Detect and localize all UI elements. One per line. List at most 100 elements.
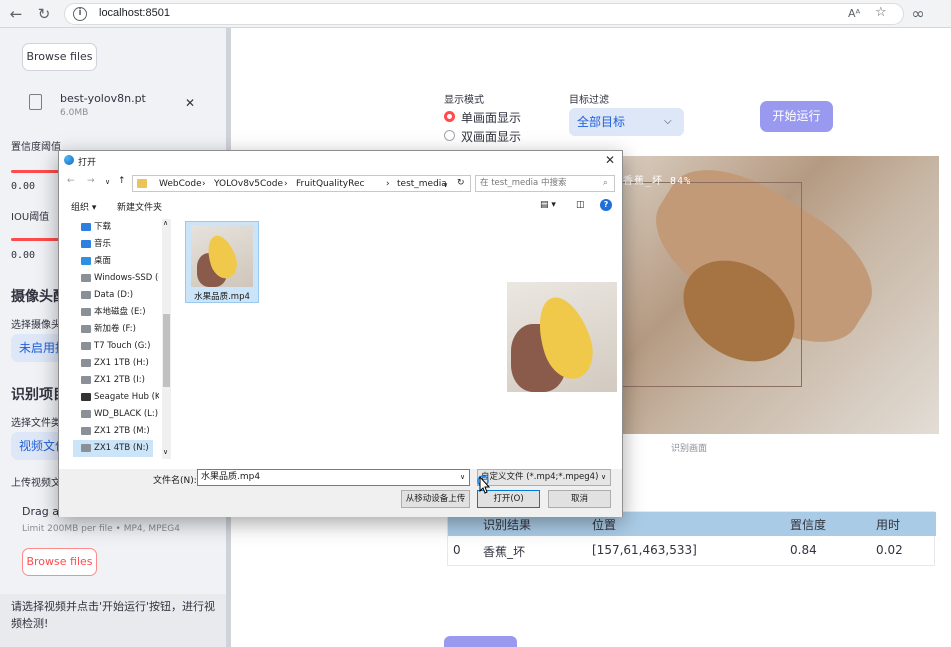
file-item[interactable]: 水果品质.mp4 — [185, 221, 259, 303]
crumb-testmedia[interactable]: test_media — [397, 179, 447, 189]
nav-item-i[interactable]: ZX1 2TB (I:) — [81, 372, 159, 389]
nav-item-desktop[interactable]: 桌面 — [81, 253, 159, 270]
target-filter-select[interactable]: 全部目标 ⌵ — [569, 108, 684, 136]
file-name-input[interactable]: 水果品质.mp4 ∨ — [197, 469, 470, 486]
cancel-button[interactable]: 取消 — [548, 490, 611, 508]
nav-item-label: ZX1 4TB (N:) — [94, 443, 149, 453]
browse-files-button-video[interactable]: Browse files — [22, 548, 97, 576]
read-aloud-icon[interactable]: Aᴬ — [848, 7, 860, 20]
scroll-up-icon[interactable]: ∧ — [163, 219, 168, 227]
nav-scrollbar[interactable]: ∧ ∨ — [162, 219, 171, 459]
nav-item-label: Windows-SSD (C — [94, 273, 159, 283]
radio-dual[interactable] — [444, 130, 455, 141]
drive-icon — [81, 443, 91, 452]
search-input[interactable]: 在 test_media 中搜索 ⌕ — [475, 175, 615, 192]
dialog-title: 打开 — [78, 158, 97, 168]
nav-forward-icon[interactable]: → — [87, 176, 95, 186]
file-type-dropdown-icon[interactable]: ∨ — [601, 470, 606, 485]
upload-from-mobile-button[interactable]: 从移动设备上传 — [401, 490, 470, 508]
file-name: 水果品质.mp4 — [194, 292, 250, 302]
nav-item-k[interactable]: Seagate Hub (K: — [81, 389, 159, 406]
desktop-icon — [81, 256, 91, 265]
new-folder-button[interactable]: 新建文件夹 — [117, 200, 162, 213]
drive-icon — [81, 409, 91, 418]
nav-item-h[interactable]: ZX1 1TB (H:) — [81, 355, 159, 372]
video-thumbnail — [191, 225, 253, 287]
th-confidence: 置信度 — [790, 518, 827, 532]
radio-single[interactable] — [444, 111, 455, 122]
td-confidence: 0.84 — [790, 543, 817, 557]
preview-pane — [507, 282, 617, 392]
scroll-down-icon[interactable]: ∨ — [163, 448, 168, 456]
nav-item-label: ZX1 1TB (H:) — [94, 358, 149, 368]
address-bar[interactable]: i localhost:8501 Aᴬ ☆ — [64, 3, 904, 25]
nav-item-f[interactable]: 新加卷 (F:) — [81, 321, 159, 338]
nav-item-e[interactable]: 本地磁盘 (E:) — [81, 304, 159, 321]
path-breadcrumb[interactable]: WebCode › YOLOv8v5Code › FruitQualityRec… — [132, 175, 471, 192]
nav-up-icon[interactable]: ↑ — [118, 176, 126, 186]
nav-scroll-thumb[interactable] — [163, 314, 170, 387]
display-mode-label: 显示模式 — [444, 95, 484, 106]
organize-button[interactable]: 组织 ▾ — [71, 200, 96, 213]
nav-item-n[interactable]: ZX1 4TB (N:) — [73, 440, 153, 457]
weights-file-size: 6.0MB — [60, 108, 89, 118]
file-name-dropdown-icon[interactable]: ∨ — [460, 470, 465, 485]
info-icon[interactable]: i — [73, 7, 87, 21]
back-arrow-icon[interactable]: ← — [6, 4, 26, 24]
nav-item-label: 新加卷 (F:) — [94, 324, 136, 334]
nav-item-downloads[interactable]: 下载 — [81, 219, 159, 236]
start-run-button[interactable]: 开始运行 — [760, 101, 833, 132]
conf-slider-fill — [11, 170, 59, 173]
url-text: localhost:8501 — [99, 7, 170, 19]
drive-icon — [81, 324, 91, 333]
folder-icon — [137, 179, 147, 188]
drive-icon — [81, 307, 91, 316]
extensions-icon[interactable]: ∞ — [908, 4, 928, 24]
nav-item-g[interactable]: T7 Touch (G:) — [81, 338, 159, 355]
drive-icon — [81, 273, 91, 282]
file-type-label: 选择文件类 — [11, 418, 61, 429]
file-name-label: 文件名(N): — [153, 476, 197, 486]
detection-label: 香蕉_坏 84% — [623, 176, 692, 187]
search-icon: ⌕ — [603, 178, 608, 188]
td-result: 香蕉_坏 — [483, 545, 526, 559]
nav-item-music[interactable]: 音乐 — [81, 236, 159, 253]
iou-threshold-label: IOU阈值 — [11, 212, 50, 223]
close-icon[interactable]: ✕ — [605, 153, 615, 167]
refresh-icon[interactable]: ↻ — [457, 178, 465, 188]
bounding-box — [622, 182, 802, 387]
dialog-titlebar: 打开 ✕ — [59, 151, 622, 171]
recent-dropdown-icon[interactable]: ∨ — [105, 178, 110, 186]
nav-item-label: 本地磁盘 (E:) — [94, 307, 146, 317]
favorite-star-icon[interactable]: ☆ — [875, 5, 887, 20]
preview-pane-icon[interactable]: ◫ — [576, 200, 585, 210]
download-arrow-icon — [81, 222, 91, 231]
refresh-icon[interactable]: ↻ — [34, 4, 54, 24]
file-type-select[interactable]: 自定义文件 (*.mp4;*.mpeg4) ∨ — [477, 469, 611, 486]
navigation-pane: 下载 音乐 桌面 Windows-SSD (C Data (D:) 本地磁盘 (… — [59, 219, 171, 459]
view-options-icon[interactable]: ▤ ▾ — [540, 200, 556, 210]
nav-item-d[interactable]: Data (D:) — [81, 287, 159, 304]
dialog-toolbar: 组织 ▾ 新建文件夹 ▤ ▾ ◫ ? — [59, 195, 622, 217]
path-dropdown-icon[interactable]: ∨ — [443, 181, 448, 189]
help-icon[interactable]: ? — [600, 199, 612, 211]
crumb-sep: › — [386, 179, 390, 189]
nav-item-l[interactable]: WD_BLACK (L:) — [81, 406, 159, 423]
open-file-dialog: 打开 ✕ ← → ∨ ↑ WebCode › YOLOv8v5Code › Fr… — [58, 150, 623, 517]
crumb-webcode[interactable]: WebCode — [159, 179, 202, 189]
target-filter-value: 全部目标 — [577, 115, 626, 129]
nav-back-icon[interactable]: ← — [67, 176, 75, 186]
nav-item-c[interactable]: Windows-SSD (C — [81, 270, 159, 287]
browse-files-button-weights[interactable]: Browse files — [22, 43, 97, 71]
remove-file-icon[interactable]: ✕ — [185, 96, 195, 110]
drive-icon — [81, 290, 91, 299]
crumb-fruit[interactable]: FruitQualityRec — [296, 179, 364, 189]
browser-toolbar: ← ↻ i localhost:8501 Aᴬ ☆ ∞ — [0, 0, 951, 28]
browser-app-icon — [64, 155, 74, 165]
upload-limit-text: Limit 200MB per file • MP4, MPEG4 — [22, 524, 180, 534]
hint-box: 请选择视频并点击'开始运行'按钮，进行视频检测! — [0, 594, 226, 647]
nav-item-m[interactable]: ZX1 2TB (M:) — [81, 423, 159, 440]
crumb-yolo[interactable]: YOLOv8v5Code — [214, 179, 283, 189]
bottom-action-button[interactable] — [444, 636, 517, 647]
radio-single-label: 单画面显示 — [461, 111, 522, 125]
